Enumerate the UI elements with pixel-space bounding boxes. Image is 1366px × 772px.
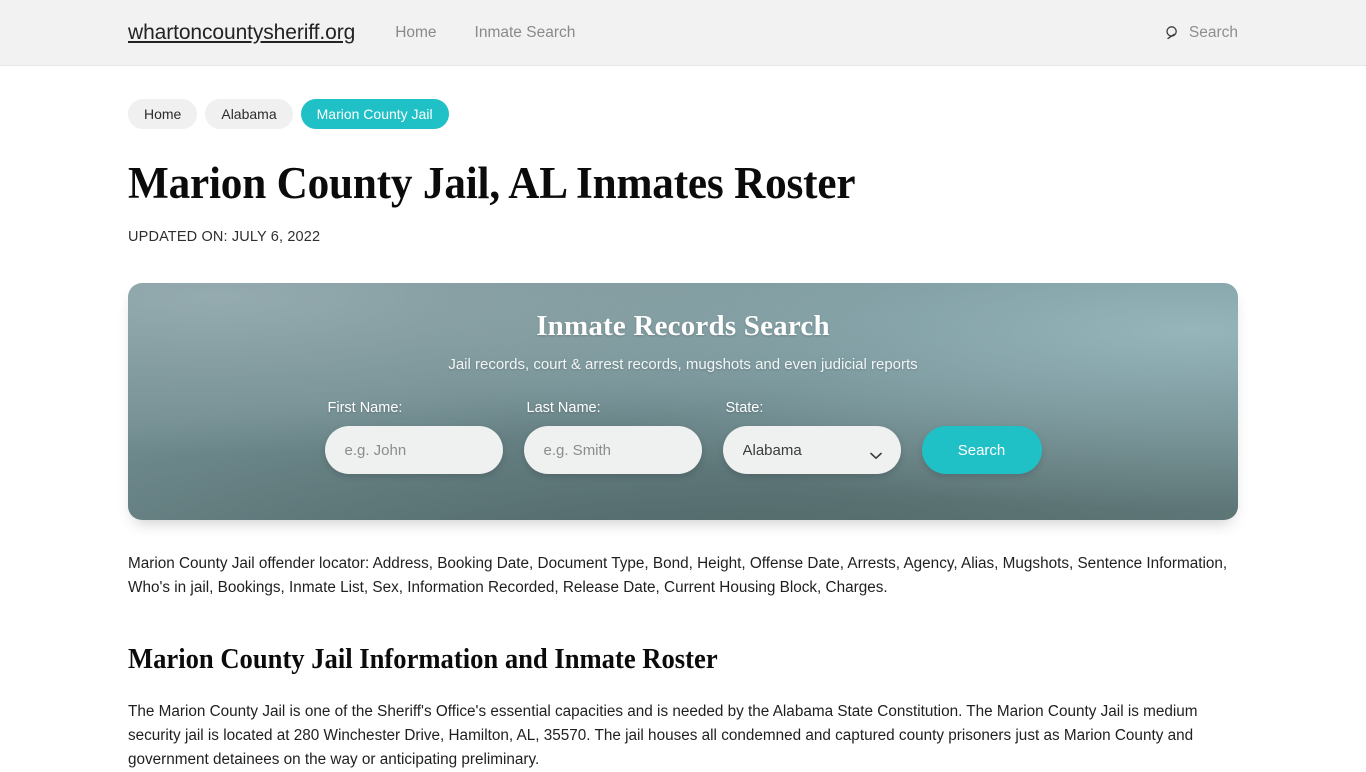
breadcrumb: Home Alabama Marion County Jail — [128, 99, 1238, 129]
primary-nav: Home Inmate Search — [395, 24, 575, 42]
header-search-trigger[interactable]: Search — [1165, 24, 1238, 42]
state-field: State: Alabama — [722, 400, 901, 475]
header-inner: whartoncountysheriff.org Home Inmate Sea… — [128, 0, 1238, 65]
nav-item-home[interactable]: Home — [395, 24, 436, 42]
updated-on-text: UPDATED ON: JULY 6, 2022 — [128, 229, 321, 246]
site-brand[interactable]: whartoncountysheriff.org — [128, 21, 355, 45]
inmate-search-form: First Name: Last Name: State: Alabama — [128, 400, 1238, 475]
first-name-label: First Name: — [327, 400, 403, 417]
state-select[interactable]: Alabama — [722, 426, 901, 475]
last-name-label: Last Name: — [526, 400, 601, 417]
first-name-input[interactable] — [324, 426, 503, 475]
inmate-records-search-panel: Inmate Records Search Jail records, cour… — [128, 283, 1238, 521]
hero-subtitle: Jail records, court & arrest records, mu… — [448, 356, 918, 374]
offender-locator-description: Marion County Jail offender locator: Add… — [128, 555, 1228, 597]
last-name-field: Last Name: — [523, 400, 702, 475]
jail-information-paragraph: The Marion County Jail is one of the She… — [128, 703, 1198, 769]
last-name-input[interactable] — [523, 426, 702, 475]
breadcrumb-item-home[interactable]: Home — [128, 99, 198, 129]
hero-title: Inmate Records Search — [536, 310, 830, 343]
first-name-field: First Name: — [324, 400, 503, 475]
state-label: State: — [725, 400, 764, 417]
breadcrumb-item-marion-county-jail[interactable]: Marion County Jail — [300, 99, 449, 129]
site-header: whartoncountysheriff.org Home Inmate Sea… — [0, 0, 1366, 66]
page-container: Home Alabama Marion County Jail Marion C… — [128, 66, 1238, 772]
state-select-wrap: Alabama — [722, 426, 901, 475]
search-submit-button[interactable]: Search — [921, 426, 1042, 475]
page-title: Marion County Jail, AL Inmates Roster — [128, 158, 856, 208]
section-heading-information-and-roster: Marion County Jail Information and Inmat… — [128, 644, 718, 676]
header-search-label: Search — [1188, 23, 1238, 41]
nav-item-inmate-search[interactable]: Inmate Search — [475, 24, 576, 42]
breadcrumb-item-alabama[interactable]: Alabama — [205, 99, 293, 129]
search-icon — [1165, 25, 1181, 41]
